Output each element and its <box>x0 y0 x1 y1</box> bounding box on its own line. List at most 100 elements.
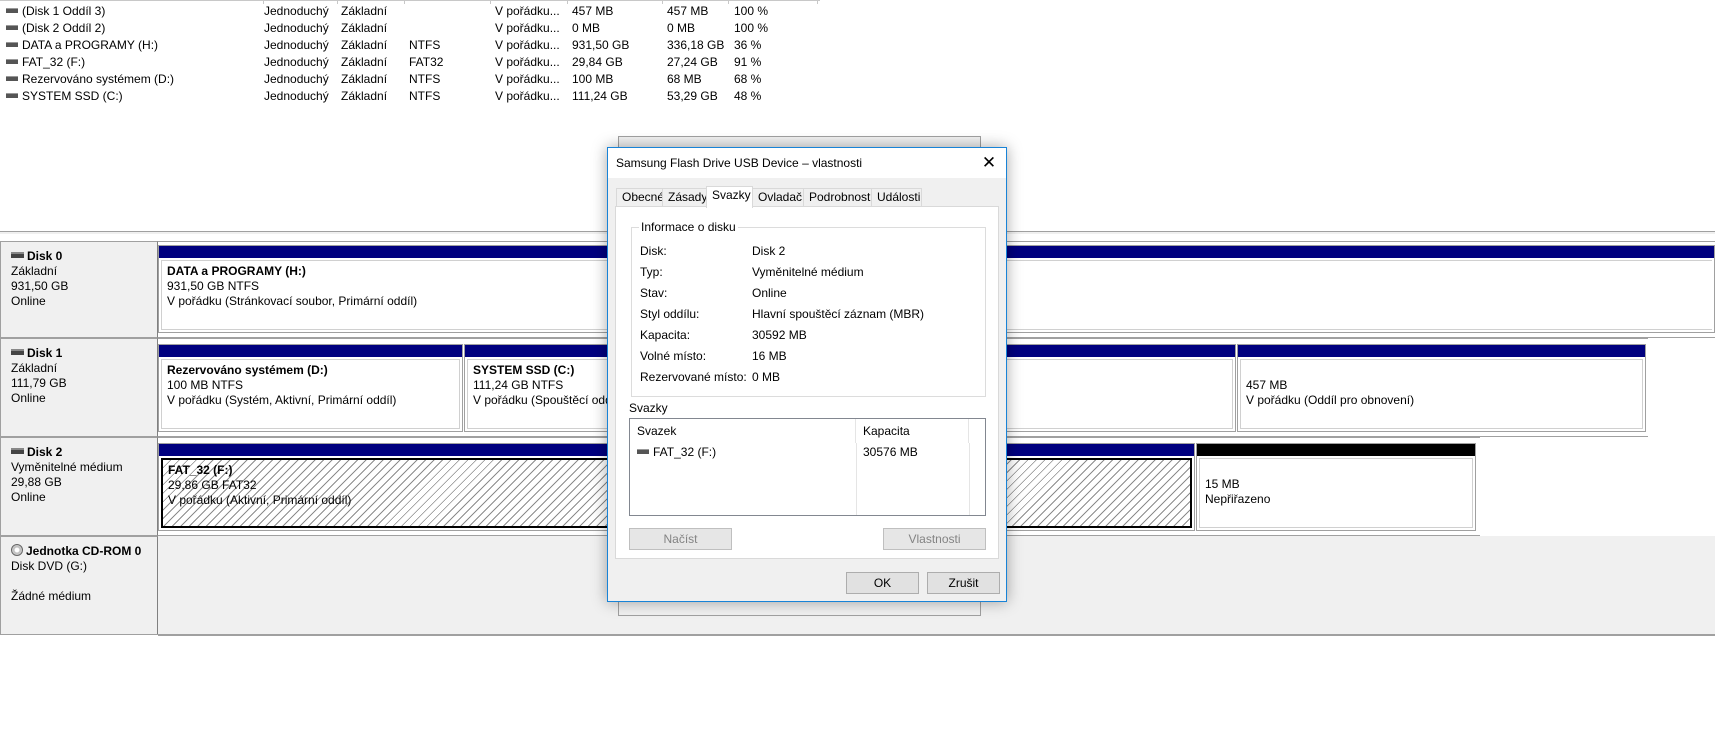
drive-icon <box>6 8 18 14</box>
volume-row[interactable]: FAT_32 (F:) <box>637 445 716 459</box>
layout-cell: Jednoduchý <box>264 21 329 35</box>
filesystem-cell: NTFS <box>409 89 441 103</box>
layout-cell: Jednoduchý <box>264 89 329 103</box>
status-cell: V pořádku... <box>495 72 560 86</box>
capacity-cell: 111,24 GB <box>572 89 628 103</box>
type-cell: Základní <box>341 55 388 69</box>
column-divider <box>856 443 857 515</box>
cdrom-0-type: Disk DVD (G:) <box>11 559 87 573</box>
volume-row[interactable]: (Disk 1 Oddíl 3) Jednoduchý Základní V p… <box>0 3 800 20</box>
removable-disk-icon <box>11 447 24 454</box>
disk-0-name: Disk 0 <box>11 249 157 264</box>
status-cell: V pořádku... <box>495 38 560 52</box>
volume-name-cell: DATA a PROGRAMY (H:) <box>6 38 158 52</box>
volume-row[interactable]: SYSTEM SSD (C:) Jednoduchý Základní NTFS… <box>0 88 800 105</box>
column-divider <box>969 443 970 515</box>
tab-obecne[interactable]: Obecné <box>616 188 664 207</box>
column-separator[interactable] <box>817 0 818 4</box>
percent-free-cell: 100 % <box>734 4 769 18</box>
disk-1-state: Online <box>11 391 46 405</box>
filesystem-cell: NTFS <box>409 38 441 52</box>
dialog-titlebar[interactable]: Samsung Flash Drive USB Device – vlastno… <box>608 148 1006 178</box>
percent-free-cell: 100 % <box>734 21 769 35</box>
volume-name-cell: (Disk 2 Oddíl 2) <box>6 21 105 35</box>
partition-title: Rezervováno systémem (D:) <box>167 363 328 377</box>
layout-cell: Jednoduchý <box>264 72 329 86</box>
drive-icon <box>6 42 18 48</box>
volume-row[interactable]: DATA a PROGRAMY (H:) Jednoduchý Základní… <box>0 37 800 54</box>
free-space-cell: 53,29 GB <box>667 89 718 103</box>
layout-cell: Jednoduchý <box>264 55 329 69</box>
filesystem-cell: FAT32 <box>409 55 444 69</box>
disk-2-state: Online <box>11 490 46 504</box>
volume-name-cell: SYSTEM SSD (C:) <box>6 89 123 103</box>
volume-name-cell: (Disk 1 Oddíl 3) <box>6 4 105 18</box>
disk-0-type: Základní <box>11 264 58 278</box>
status-cell: V pořádku... <box>495 4 560 18</box>
drive-icon <box>637 449 649 455</box>
ok-button[interactable]: OK <box>846 572 919 594</box>
volume-row[interactable]: (Disk 2 Oddíl 2) Jednoduchý Základní V p… <box>0 20 800 37</box>
partition-recovery[interactable]: 457 MB V pořádku (Oddíl pro obnovení) <box>1237 344 1646 432</box>
cdrom-0-label[interactable]: Jednotka CD-ROM 0 Disk DVD (G:) Žádné mé… <box>0 536 158 635</box>
type-cell: Základní <box>341 4 388 18</box>
drive-icon <box>6 25 18 31</box>
tab-udalosti[interactable]: Události <box>871 188 922 207</box>
disk-1-name: Disk 1 <box>11 346 157 361</box>
volumes-label: Svazky <box>629 401 668 415</box>
percent-free-cell: 68 % <box>734 72 762 86</box>
disk-0-state: Online <box>11 294 46 308</box>
disk-2-type: Vyměnitelné médium <box>11 460 123 474</box>
volume-name-cell: FAT_32 (F:) <box>6 55 85 69</box>
cancel-button[interactable]: Zrušit <box>927 572 1000 594</box>
layout-cell: Jednoduchý <box>264 38 329 52</box>
disk-info-group: Informace o disku Disk: Disk 2 Typ: Vyměni… <box>631 220 986 397</box>
capacity-cell: 100 MB <box>572 72 614 86</box>
disk-2-name: Disk 2 <box>11 445 157 460</box>
partition-rezervovano[interactable]: Rezervováno systémem (D:) 100 MB NTFS V … <box>158 344 463 432</box>
disk-1-type: Základní <box>11 361 58 375</box>
partition-status: Nepřiřazeno <box>1205 492 1271 506</box>
tab-podrobnosti[interactable]: Podrobnosti <box>803 188 873 207</box>
percent-free-cell: 48 % <box>734 89 762 103</box>
free-space-cell: 0 MB <box>667 21 696 35</box>
disk-2-size: 29,88 GB <box>11 475 62 489</box>
volume-row[interactable]: FAT_32 (F:) Jednoduchý Základní FAT32 V … <box>0 54 800 71</box>
capacity-cell: 931,50 GB <box>572 38 630 52</box>
volume-row[interactable]: Rezervováno systémem (D:) Jednoduchý Zák… <box>0 71 800 88</box>
tab-ovladac[interactable]: Ovladač <box>752 188 804 207</box>
free-space-cell: 336,18 GB <box>667 38 725 52</box>
percent-free-cell: 91 % <box>734 55 762 69</box>
tab-svazky[interactable]: Svazky <box>706 186 753 208</box>
unallocated-bar <box>1197 444 1475 456</box>
column-header-capacity[interactable]: Kapacita <box>856 419 969 443</box>
cdrom-0-name: Jednotka CD-ROM 0 <box>11 543 157 559</box>
disk-info-group-title: Informace o disku <box>639 220 738 234</box>
disk-0-size: 931,50 GB <box>11 279 69 293</box>
free-space-cell: 68 MB <box>667 72 702 86</box>
disk-map-bottom-edge <box>0 634 1715 635</box>
type-cell: Základní <box>341 89 388 103</box>
column-header-volume[interactable]: Svazek <box>630 419 856 443</box>
column-header-edge <box>0 0 820 1</box>
type-cell: Základní <box>341 72 388 86</box>
partition-status: V pořádku (Oddíl pro obnovení) <box>1246 393 1415 407</box>
disk-2-label[interactable]: Disk 2 Vyměnitelné médium 29,88 GB Onlin… <box>0 437 158 536</box>
disk-0-label[interactable]: Disk 0 Základní 931,50 GB Online <box>0 241 158 338</box>
properties-button[interactable]: Vlastnosti <box>883 528 986 550</box>
free-space-cell: 27,24 GB <box>667 55 718 69</box>
status-cell: V pořádku... <box>495 55 560 69</box>
percent-free-cell: 36 % <box>734 38 762 52</box>
partition-unallocated[interactable]: 15 MB Nepřiřazeno <box>1196 443 1476 531</box>
volume-capacity-cell: 30576 MB <box>863 445 918 459</box>
type-cell: Základní <box>341 38 388 52</box>
tab-zasady[interactable]: Zásady <box>662 188 707 207</box>
drive-icon <box>6 76 18 82</box>
cd-drive-icon <box>11 543 23 556</box>
layout-cell: Jednoduchý <box>264 4 329 18</box>
status-cell: V pořádku... <box>495 21 560 35</box>
load-button[interactable]: Načíst <box>629 528 732 550</box>
volumes-table[interactable]: Svazek Kapacita FAT_32 (F:) 30576 MB <box>629 418 986 516</box>
close-icon[interactable]: ✕ <box>972 148 1006 178</box>
disk-1-label[interactable]: Disk 1 Základní 111,79 GB Online <box>0 338 158 437</box>
